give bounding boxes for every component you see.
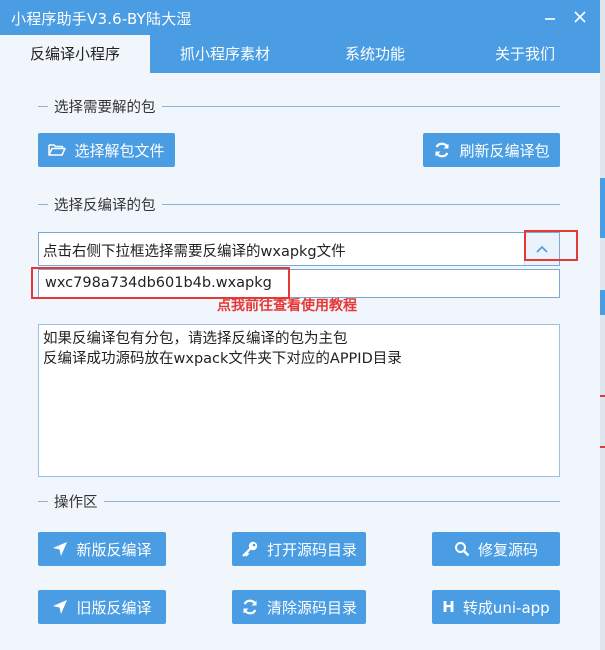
- open-source-dir-button[interactable]: 打开源码目录: [232, 532, 366, 566]
- tab-bar: 反编译小程序 抓小程序素材 系统功能 关于我们: [0, 35, 600, 73]
- tutorial-link[interactable]: 点我前往查看使用教程: [217, 295, 357, 315]
- note-line: 反编译成功源码放在wxpack文件夹下对应的APPID目录: [43, 351, 402, 367]
- refresh-button[interactable]: 刷新反编译包: [423, 133, 560, 167]
- wxapkg-select[interactable]: 点击右侧下拉框选择需要反编译的wxapkg文件: [38, 232, 560, 266]
- note-line: 如果反编译包有分包，请选择反编译的包为主包: [43, 331, 348, 347]
- section-title: 操作区: [54, 495, 98, 511]
- section-title: 选择需要解的包: [54, 100, 156, 116]
- clear-source-dir-button[interactable]: 清除源码目录: [232, 590, 366, 624]
- location-arrow-icon: [53, 542, 68, 556]
- close-icon: [574, 11, 586, 23]
- section-title: 选择反编译的包: [54, 198, 156, 214]
- section-operations: 操作区: [38, 491, 560, 512]
- info-textarea[interactable]: 如果反编译包有分包，请选择反编译的包为主包 反编译成功源码放在wxpack文件夹…: [38, 324, 560, 477]
- old-decompile-label: 旧版反编译: [76, 598, 152, 617]
- refresh-icon: [435, 142, 450, 158]
- refresh-icon: [243, 599, 257, 615]
- location-arrow-icon: [53, 600, 68, 614]
- repair-source-label: 修复源码: [477, 540, 538, 559]
- minimize-icon: [545, 18, 555, 20]
- to-uniapp-button[interactable]: H 转成uni-app: [432, 590, 560, 624]
- main-window: 小程序助手V3.6-BY陆大湿 反编译小程序 抓小程序素材 系统功能 关于我们 …: [0, 0, 600, 650]
- section-select-decompile: 选择反编译的包: [38, 194, 560, 215]
- highlight-box: [524, 230, 578, 261]
- tab-system[interactable]: 系统功能: [300, 35, 450, 73]
- wxapkg-select-value: 点击右侧下拉框选择需要反编译的wxapkg文件: [43, 244, 346, 260]
- background-window-edge: [600, 0, 605, 650]
- choose-file-button[interactable]: 选择解包文件: [38, 133, 175, 167]
- new-decompile-button[interactable]: 新版反编译: [38, 532, 166, 566]
- h-icon: H: [442, 598, 455, 616]
- open-source-dir-label: 打开源码目录: [266, 540, 357, 559]
- new-decompile-label: 新版反编译: [76, 540, 152, 559]
- repair-source-button[interactable]: 修复源码: [432, 532, 560, 566]
- tab-about[interactable]: 关于我们: [450, 35, 600, 73]
- refresh-label: 刷新反编译包: [459, 141, 550, 160]
- section-select-unpack: 选择需要解的包: [38, 96, 560, 117]
- clear-source-dir-label: 清除源码目录: [266, 598, 357, 617]
- tab-decompile[interactable]: 反编译小程序: [0, 35, 150, 73]
- key-icon: [242, 541, 258, 557]
- to-uniapp-label: 转成uni-app: [462, 598, 550, 617]
- title-bar[interactable]: 小程序助手V3.6-BY陆大湿: [0, 0, 600, 35]
- choose-file-label: 选择解包文件: [74, 141, 165, 160]
- search-icon: [454, 542, 470, 557]
- tab-grab-assets[interactable]: 抓小程序素材: [150, 35, 300, 73]
- close-button[interactable]: [569, 6, 591, 28]
- old-decompile-button[interactable]: 旧版反编译: [38, 590, 166, 624]
- folder-open-icon: [48, 144, 67, 156]
- window-title: 小程序助手V3.6-BY陆大湿: [11, 10, 192, 28]
- minimize-button[interactable]: [539, 6, 561, 28]
